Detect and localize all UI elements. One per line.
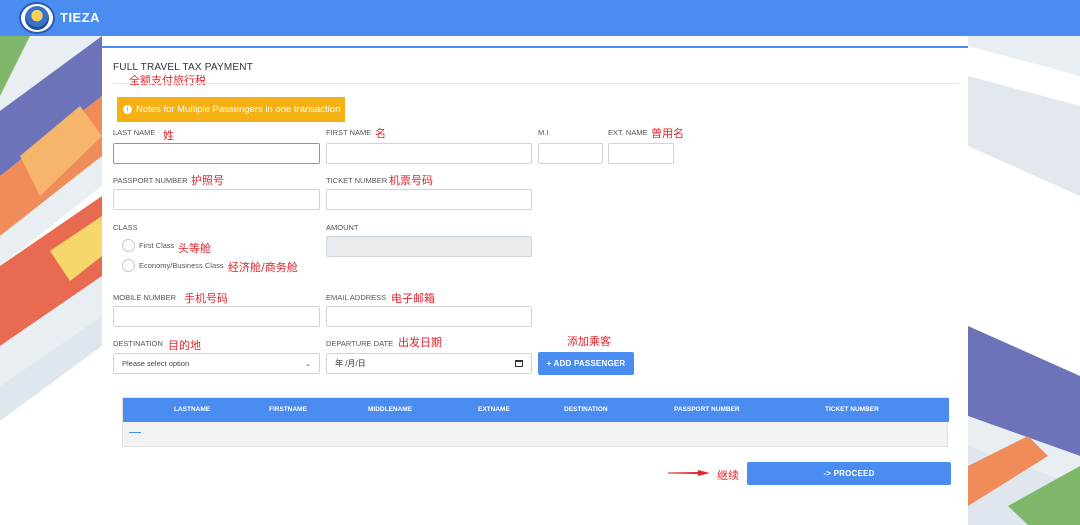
first-name-input[interactable] — [326, 143, 532, 164]
passport-label: PASSPORT NUMBER — [113, 176, 188, 185]
column-header-firstname[interactable]: FIRSTNAME — [269, 406, 307, 413]
tieza-logo-icon[interactable] — [19, 2, 55, 34]
column-header-ticket-number[interactable]: TICKET NUMBER — [825, 406, 879, 413]
amount-input — [326, 236, 532, 257]
table-empty-row — [123, 422, 947, 446]
first-class-radio-row[interactable]: First Class — [122, 239, 174, 252]
amount-label: AMOUNT — [326, 223, 359, 232]
ticket-number-input[interactable] — [326, 189, 532, 210]
first-class-label: First Class — [139, 241, 175, 250]
last-name-input[interactable] — [113, 143, 320, 164]
annotation-email: 电子邮箱 — [391, 292, 435, 305]
annotation-mobile: 手机号码 — [184, 292, 228, 305]
annotation-first-class: 头等舱 — [178, 242, 211, 255]
destination-selected-value: Please select option — [122, 359, 190, 368]
destination-select[interactable]: Please select option ⌄ — [113, 353, 320, 374]
empty-placeholder-dash — [129, 432, 141, 433]
multi-passenger-notice-button[interactable]: i Notes for Multiple Passengers in one t… — [117, 97, 345, 122]
arrow-right-icon — [668, 470, 710, 476]
column-header-destination[interactable]: DESTINATION — [564, 406, 608, 413]
first-name-label: FIRST NAME — [326, 128, 372, 137]
decorative-background-right — [968, 36, 1080, 525]
brand-name[interactable]: TIEZA — [60, 10, 100, 25]
passport-number-input[interactable] — [113, 189, 320, 210]
add-passenger-button[interactable]: + ADD PASSENGER — [538, 352, 634, 375]
annotation-last-name: 姓 — [163, 129, 174, 142]
class-label: CLASS — [113, 223, 138, 232]
column-header-passport-number[interactable]: PASSPORT NUMBER — [674, 406, 740, 413]
table-header: LASTNAME FIRSTNAME MIDDLENAME EXTNAME DE… — [123, 398, 949, 422]
first-class-radio[interactable] — [122, 239, 135, 252]
mi-label: M.I — [538, 128, 549, 137]
annotation-economy-class: 经济舱/商务舱 — [228, 261, 298, 274]
mobile-label: MOBILE NUMBER — [113, 293, 176, 302]
info-icon: i — [123, 105, 132, 114]
annotation-destination: 目的地 — [168, 339, 201, 352]
departure-label: DEPARTURE DATE — [326, 339, 394, 348]
economy-business-radio[interactable] — [122, 259, 135, 272]
email-label: EMAIL ADDRESS — [326, 293, 387, 302]
destination-label: DESTINATION — [113, 339, 163, 348]
annotation-title: 全额支付旅行税 — [129, 74, 206, 87]
chevron-down-icon: ⌄ — [305, 360, 311, 368]
departure-date-input[interactable]: 年 /月/日 — [326, 353, 532, 374]
annotation-proceed: 继续 — [717, 469, 739, 482]
mi-input[interactable] — [538, 143, 603, 164]
passenger-table: LASTNAME FIRSTNAME MIDDLENAME EXTNAME DE… — [122, 397, 949, 447]
notice-label: Notes for Multiple Passengers in one tra… — [136, 104, 341, 115]
top-navbar: TIEZA — [0, 0, 1080, 36]
last-name-label: LAST NAME — [113, 128, 156, 137]
proceed-button[interactable]: -> PROCEED — [747, 462, 951, 485]
annotation-first-name: 名 — [375, 127, 386, 140]
annotation-ticket: 机票号码 — [389, 174, 433, 187]
email-address-input[interactable] — [326, 306, 532, 327]
column-header-lastname[interactable]: LASTNAME — [174, 406, 210, 413]
departure-date-value: 年 /月/日 — [335, 359, 366, 368]
ext-name-label: EXT. NAME — [608, 128, 648, 137]
ext-name-input[interactable] — [608, 143, 674, 164]
economy-class-radio-row[interactable]: Economy/Business Class — [122, 259, 224, 272]
column-header-middlename[interactable]: MIDDLENAME — [368, 406, 412, 413]
annotation-departure: 出发日期 — [398, 336, 442, 349]
divider — [113, 83, 959, 84]
calendar-icon[interactable] — [515, 360, 523, 367]
column-header-extname[interactable]: EXTNAME — [478, 406, 510, 413]
decorative-background-left — [0, 36, 102, 525]
ticket-label: TICKET NUMBER — [326, 176, 388, 185]
economy-business-label: Economy/Business Class — [139, 261, 224, 270]
annotation-ext-name: 曾用名 — [651, 127, 684, 140]
mobile-number-input[interactable] — [113, 306, 320, 327]
annotation-add-passenger: 添加乘客 — [567, 335, 611, 348]
annotation-passport: 护照号 — [191, 174, 224, 187]
